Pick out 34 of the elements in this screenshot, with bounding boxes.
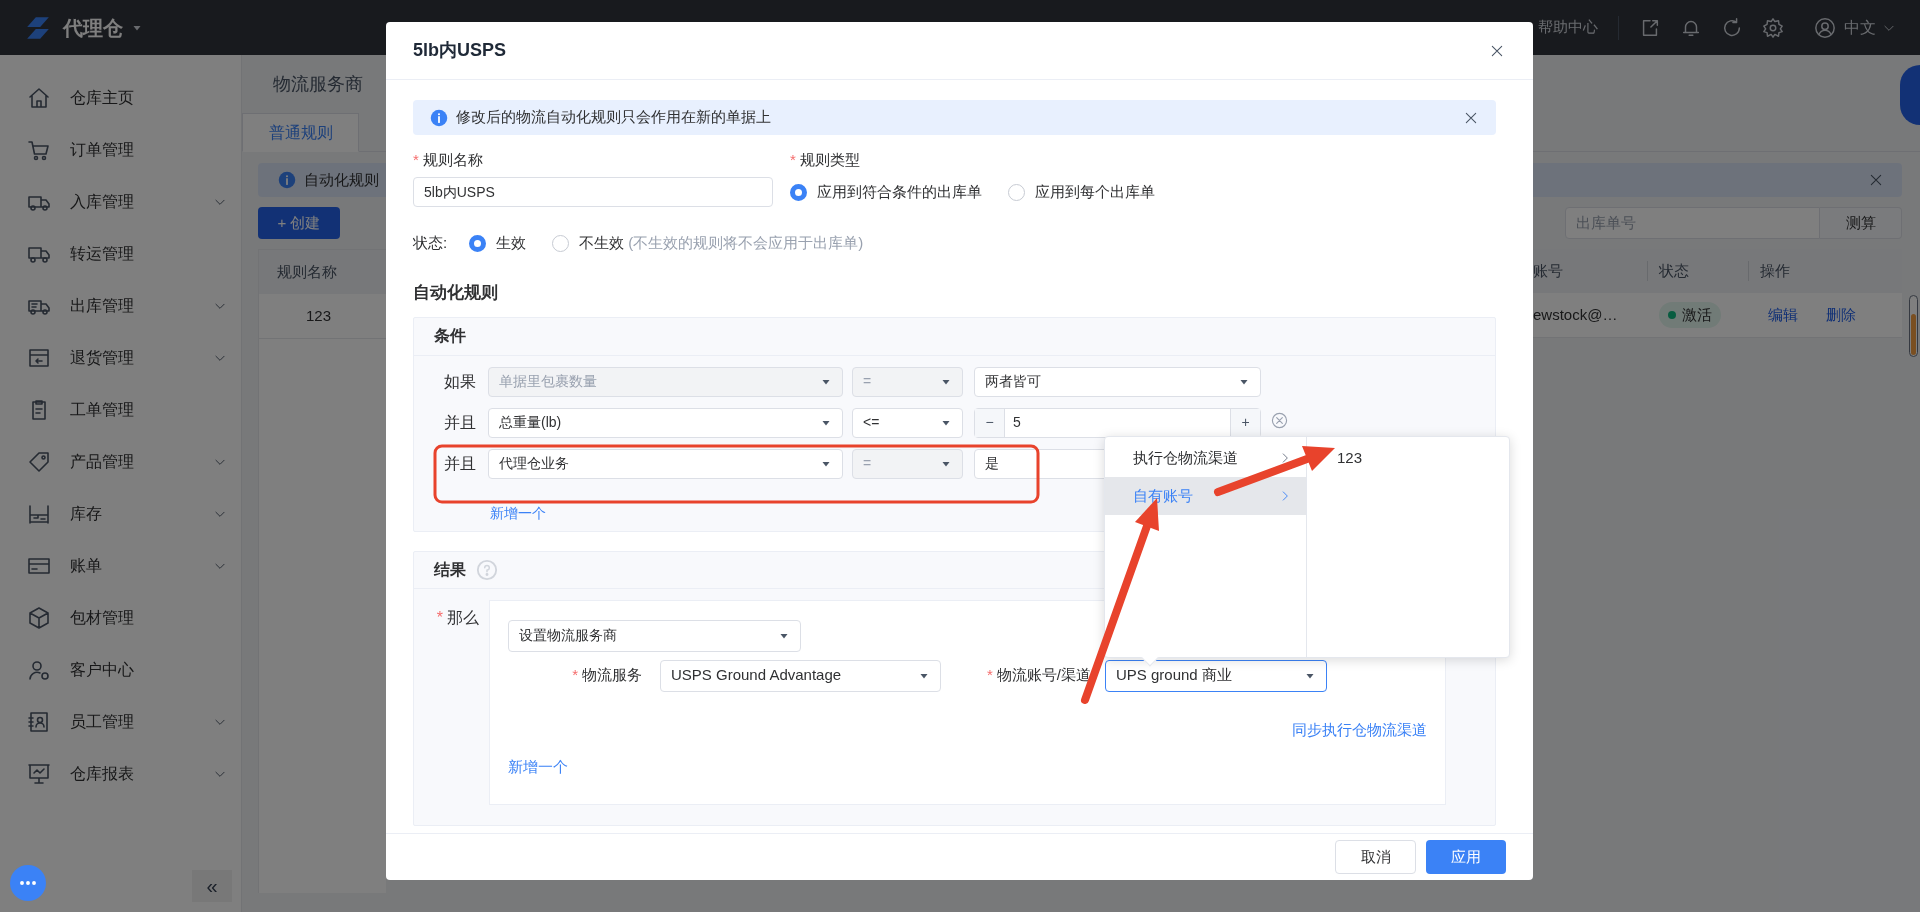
table-cell-text: ewstock@… <box>1533 304 1619 325</box>
radio-hint: (不生效的规则将不会应用于出库单) <box>628 232 864 253</box>
status-tag: 激活 <box>1659 302 1721 328</box>
row-label: 并且 <box>443 412 476 433</box>
panel-title: 结果 <box>434 559 466 580</box>
field-label: 物流账号/渠道 <box>996 665 1091 686</box>
app-name: 代理仓 <box>63 15 123 41</box>
column-header: 状态 <box>1658 260 1690 281</box>
required-mark: * <box>436 607 443 628</box>
radio-label: 应用到每个出库单 <box>1035 181 1155 202</box>
column-header: 操作 <box>1759 260 1790 281</box>
required-mark: * <box>572 665 578 686</box>
alert-text: 自动化规则 <box>304 169 379 190</box>
field-label: 规则类型 <box>799 150 860 170</box>
required-mark: * <box>413 150 419 170</box>
page-title: 物流服务商 <box>272 72 364 96</box>
table-cell-text: 123 <box>306 305 332 326</box>
column-header: 账号 <box>1533 260 1564 281</box>
column-header: 规则名称 <box>277 261 337 282</box>
notice-text: 修改后的物流自动化规则只会作用在新的单据上 <box>456 107 771 128</box>
section-title: 自动化规则 <box>413 282 499 304</box>
required-mark: * <box>987 665 993 686</box>
field-label: 规则名称 <box>422 150 483 170</box>
field-label: 状态: <box>413 232 448 253</box>
required-mark: * <box>790 150 796 170</box>
radio-label: 生效 <box>496 232 527 253</box>
dialog-title: 5lb内USPS <box>413 39 507 62</box>
row-label: 并且 <box>443 453 476 474</box>
row-label: 如果 <box>443 371 476 392</box>
panel-title: 条件 <box>434 326 466 346</box>
field-label: 那么 <box>447 607 479 628</box>
field-label: 物流服务 <box>582 665 642 686</box>
radio-label: 应用到符合条件的出库单 <box>817 181 982 202</box>
radio-label: 不生效 <box>579 232 625 253</box>
